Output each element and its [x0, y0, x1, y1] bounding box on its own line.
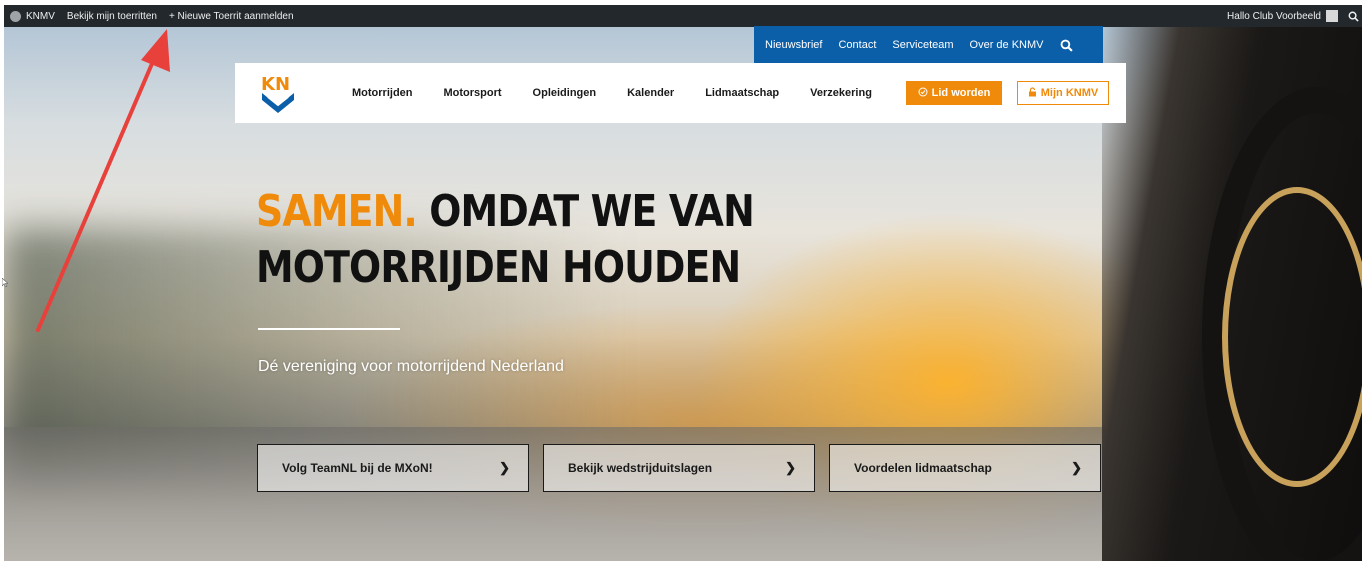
- wordpress-icon: [10, 10, 21, 22]
- logo-text: KN: [261, 74, 290, 95]
- utility-nav-serviceteam[interactable]: Serviceteam: [884, 39, 961, 51]
- admin-bar-site[interactable]: KNMV: [4, 5, 61, 27]
- menu-item-motorrijden[interactable]: Motorrijden: [352, 87, 444, 99]
- headline-line1: OMDAT WE VAN: [416, 186, 755, 237]
- cta-results[interactable]: Bekijk wedstrijduitslagen ❯: [543, 444, 815, 492]
- cta-label: Volg TeamNL bij de MXoN!: [282, 461, 433, 475]
- menu-item-motorsport[interactable]: Motorsport: [444, 87, 533, 99]
- menu-item-verzekering[interactable]: Verzekering: [810, 87, 903, 99]
- admin-bar-site-name: KNMV: [26, 10, 55, 22]
- cta-teamnl[interactable]: Volg TeamNL bij de MXoN! ❯: [257, 444, 529, 492]
- admin-bar-search-icon[interactable]: [1344, 5, 1362, 27]
- admin-bar-account[interactable]: Hallo Club Voorbeeld: [1221, 5, 1344, 27]
- admin-bar-my-rides-link[interactable]: Bekijk mijn toerritten: [61, 5, 163, 27]
- utility-nav-contact[interactable]: Contact: [830, 39, 884, 51]
- cta-label: Voordelen lidmaatschap: [854, 461, 992, 475]
- main-menu: Motorrijden Motorsport Opleidingen Kalen…: [352, 63, 903, 123]
- join-button-label: Lid worden: [931, 87, 991, 99]
- join-button[interactable]: Lid worden: [906, 81, 1002, 105]
- admin-bar-right: Hallo Club Voorbeeld: [1221, 5, 1362, 27]
- headline-line2: MOTORRIJDEN HOUDEN: [256, 242, 741, 293]
- utility-nav: Nieuwsbrief Contact Serviceteam Over de …: [754, 26, 1103, 64]
- menu-item-lidmaatschap[interactable]: Lidmaatschap: [705, 87, 810, 99]
- admin-bar-new-ride-link[interactable]: + Nieuwe Toerrit aanmelden: [163, 5, 300, 27]
- chevron-right-icon: ❯: [499, 460, 510, 475]
- check-circle-icon: [918, 87, 928, 100]
- search-icon[interactable]: [1052, 26, 1082, 64]
- menu-item-kalender[interactable]: Kalender: [627, 87, 705, 99]
- admin-bar: KNMV Bekijk mijn toerritten + Nieuwe Toe…: [4, 5, 1362, 27]
- knmv-logo[interactable]: KN: [260, 73, 296, 116]
- utility-nav-about[interactable]: Over de KNMV: [962, 39, 1052, 51]
- chevron-right-icon: ❯: [785, 460, 796, 475]
- cta-membership-benefits[interactable]: Voordelen lidmaatschap ❯: [829, 444, 1101, 492]
- my-knmv-button-label: Mijn KNMV: [1040, 87, 1099, 99]
- avatar: [1326, 10, 1338, 22]
- headline-divider: [258, 328, 400, 330]
- main-nav: KN Motorrijden Motorsport Opleidingen Ka…: [235, 63, 1126, 123]
- admin-bar-greeting: Hallo Club Voorbeeld: [1227, 10, 1321, 22]
- lock-icon: [1028, 86, 1037, 100]
- utility-nav-newsletter[interactable]: Nieuwsbrief: [754, 39, 830, 51]
- headline-highlight: SAMEN.: [256, 186, 418, 237]
- cta-label: Bekijk wedstrijduitslagen: [568, 461, 713, 475]
- mouse-cursor-icon: [2, 278, 8, 287]
- menu-item-opleidingen[interactable]: Opleidingen: [533, 87, 628, 99]
- hero-headline: SAMEN. OMDAT WE VAN MOTORRIJDEN HOUDEN: [256, 184, 755, 296]
- hero-tagline: Dé vereniging voor motorrijdend Nederlan…: [258, 358, 564, 375]
- my-knmv-button[interactable]: Mijn KNMV: [1017, 81, 1109, 105]
- chevron-right-icon: ❯: [1071, 460, 1082, 475]
- hero-rim: [1222, 187, 1362, 487]
